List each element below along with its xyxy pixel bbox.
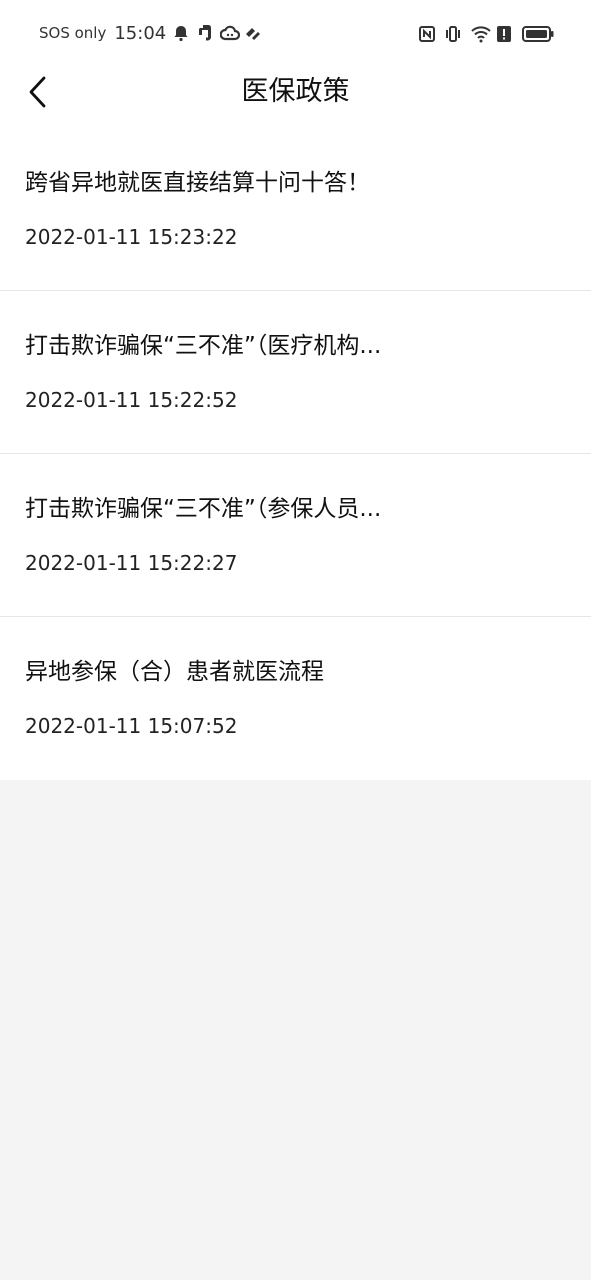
evernote-icon [196, 24, 214, 42]
status-right [418, 22, 554, 46]
list-item[interactable]: 跨省异地就医直接结算十问十答！ 2022-01-11 15:23:22 [0, 128, 591, 291]
item-title: 跨省异地就医直接结算十问十答！ [25, 170, 370, 196]
carrier-label: SOS only [39, 24, 107, 42]
clock: 15:04 [114, 22, 167, 44]
item-title: 打击欺诈骗保“三不准”（参保人员... [25, 496, 382, 522]
chevron-left-icon [26, 75, 50, 113]
item-date: 2022-01-11 15:22:27 [25, 551, 238, 575]
nfc-icon [418, 25, 436, 43]
bell-icon [172, 24, 190, 42]
list-item[interactable]: 打击欺诈骗保“三不准”（参保人员... 2022-01-11 15:22:27 [0, 454, 591, 617]
battery-icon [522, 25, 554, 43]
page-title: 医保政策 [241, 76, 350, 107]
item-date: 2022-01-11 15:22:52 [25, 388, 238, 412]
item-title: 异地参保（合）患者就医流程 [25, 659, 324, 685]
policy-list: 跨省异地就医直接结算十问十答！ 2022-01-11 15:23:22 打击欺诈… [0, 128, 591, 780]
status-bar: SOS only 15:04 [0, 0, 591, 64]
item-date: 2022-01-11 15:07:52 [25, 714, 238, 738]
nav-bar: 医保政策 [0, 64, 591, 128]
alert-icon [496, 25, 514, 43]
vibrate-icon [444, 25, 462, 43]
cloud-icon [219, 24, 241, 42]
back-button[interactable] [18, 74, 58, 114]
list-item[interactable]: 异地参保（合）患者就医流程 2022-01-11 15:07:52 [0, 617, 591, 780]
list-item[interactable]: 打击欺诈骗保“三不准”（医疗机构... 2022-01-11 15:22:52 [0, 291, 591, 454]
wifi-icon [470, 25, 491, 43]
item-date: 2022-01-11 15:23:22 [25, 225, 238, 249]
app-icon [244, 24, 262, 42]
item-title: 打击欺诈骗保“三不准”（医疗机构... [25, 333, 382, 359]
status-left: SOS only 15:04 [39, 20, 262, 46]
